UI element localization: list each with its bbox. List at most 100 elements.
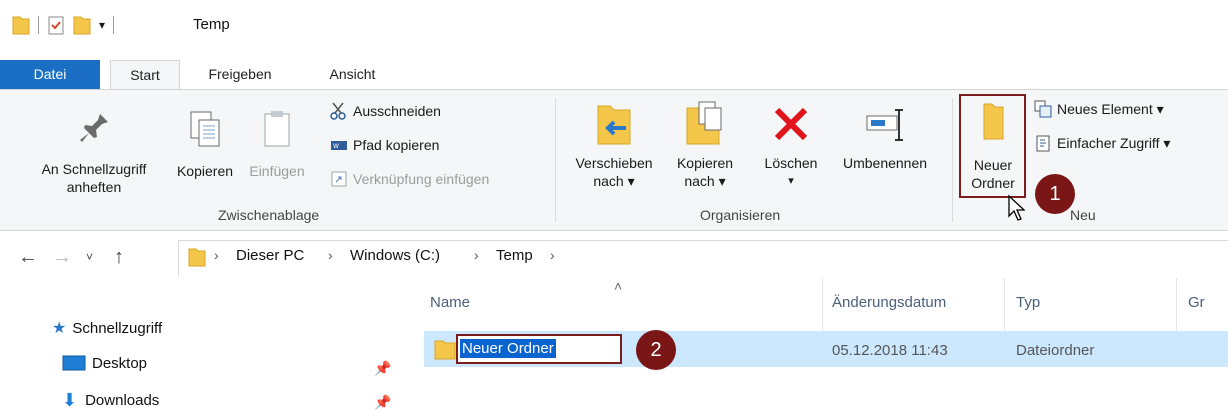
copy-icon bbox=[190, 111, 220, 147]
title-bar: ▾ Temp bbox=[0, 0, 1228, 56]
copy-to-icon bbox=[686, 101, 722, 145]
copy-to-button[interactable]: Kopieren nach ▾ bbox=[665, 100, 745, 190]
new-item-label: Neues Element ▾ bbox=[1057, 100, 1164, 117]
nav-item-downloads[interactable]: ⬇ Downloads bbox=[62, 390, 159, 410]
address-box[interactable] bbox=[178, 240, 1228, 276]
breadcrumb-temp[interactable]: Temp bbox=[496, 247, 533, 264]
column-header-name[interactable]: Name bbox=[430, 294, 470, 311]
download-arrow-icon: ⬇ bbox=[62, 390, 78, 410]
easy-access-icon bbox=[1034, 134, 1052, 152]
nav-item-desktop[interactable]: Desktop bbox=[62, 354, 147, 372]
pin-quick-access-button[interactable]: An Schnellzugriff anheften bbox=[20, 104, 168, 196]
folder-icon[interactable] bbox=[12, 14, 30, 36]
navigation-pane: ★ Schnellzugriff Desktop 📌 ⬇ Downloads 📌 bbox=[0, 284, 410, 410]
breadcrumb-separator[interactable]: › bbox=[474, 247, 479, 263]
new-folder-quick-icon[interactable] bbox=[73, 14, 91, 36]
nav-quick-access-label: Schnellzugriff bbox=[72, 319, 163, 337]
tab-ansicht[interactable]: Ansicht bbox=[310, 60, 395, 90]
quick-access-toolbar: ▾ bbox=[12, 14, 122, 36]
move-to-line1: Verschieben bbox=[575, 155, 653, 171]
new-item-button[interactable]: Neues Element ▾ bbox=[1034, 100, 1164, 118]
tab-datei[interactable]: Datei bbox=[0, 60, 100, 90]
forward-arrow-icon[interactable]: → bbox=[52, 246, 72, 269]
pin-icon[interactable]: 📌 bbox=[374, 394, 391, 410]
nav-desktop-label: Desktop bbox=[92, 354, 148, 372]
sort-ascending-icon: ˄ bbox=[614, 278, 623, 294]
folder-location-icon bbox=[188, 248, 206, 267]
svg-text:W: W bbox=[333, 143, 339, 150]
group-label-organize: Organisieren bbox=[700, 207, 781, 223]
new-item-icon bbox=[1034, 100, 1052, 118]
pin-icon[interactable]: 📌 bbox=[374, 360, 391, 377]
delete-label: Löschen bbox=[764, 155, 818, 171]
move-to-icon bbox=[597, 105, 631, 145]
copy-path-button[interactable]: W Pfad kopieren bbox=[330, 136, 439, 154]
rename-selected-text: Neuer Ordner bbox=[460, 339, 556, 358]
pin-label-line2: anheften bbox=[66, 179, 122, 195]
pin-label-line1: An Schnellzugriff bbox=[41, 161, 147, 177]
delete-button[interactable]: Löschen ▾ bbox=[758, 100, 824, 190]
mouse-cursor-icon bbox=[1008, 194, 1025, 221]
copy-label: Kopieren bbox=[176, 163, 234, 179]
column-header-type[interactable]: Typ bbox=[1016, 294, 1040, 311]
group-divider bbox=[555, 98, 556, 222]
nav-downloads-label: Downloads bbox=[85, 392, 160, 409]
breadcrumb-separator[interactable]: › bbox=[328, 247, 333, 263]
breadcrumb-separator[interactable]: › bbox=[550, 247, 555, 263]
column-divider[interactable] bbox=[1004, 278, 1005, 338]
row-date: 05.12.2018 11:43 bbox=[832, 342, 948, 359]
copy-path-label: Pfad kopieren bbox=[353, 137, 440, 153]
new-folder-highlight bbox=[959, 94, 1026, 198]
rename-label: Umbenennen bbox=[842, 155, 928, 171]
shortcut-icon bbox=[330, 170, 348, 188]
callout-2: 2 bbox=[636, 330, 676, 370]
nav-item-quick-access[interactable]: ★ Schnellzugriff bbox=[52, 318, 162, 338]
group-divider bbox=[952, 98, 953, 222]
breadcrumb-this-pc[interactable]: Dieser PC bbox=[236, 247, 304, 264]
breadcrumb-windows-c[interactable]: Windows (C:) bbox=[350, 247, 440, 264]
paste-button[interactable]: Einfügen bbox=[244, 104, 310, 180]
copy-to-line2: nach ▾ bbox=[684, 173, 726, 189]
copy-button[interactable]: Kopieren bbox=[167, 104, 243, 180]
delete-dropdown-icon[interactable]: ▾ bbox=[758, 172, 824, 190]
group-label-new: Neu bbox=[1070, 207, 1096, 223]
address-bar-row: ← → ˅ ↑ › Dieser PC › Windows (C:) › Tem… bbox=[0, 232, 1228, 284]
recent-locations-icon[interactable]: ˅ bbox=[86, 250, 93, 264]
column-divider[interactable] bbox=[822, 278, 823, 338]
easy-access-button[interactable]: Einfacher Zugriff ▾ bbox=[1034, 134, 1170, 152]
tab-start[interactable]: Start bbox=[110, 60, 180, 91]
rename-button[interactable]: Umbenennen bbox=[826, 100, 944, 172]
row-type: Dateiordner bbox=[1016, 342, 1095, 359]
paste-label: Einfügen bbox=[249, 163, 305, 179]
tab-freigeben[interactable]: Freigeben bbox=[190, 60, 290, 90]
folder-icon bbox=[434, 340, 456, 360]
pin-icon bbox=[80, 114, 108, 142]
ribbon-tabs: Datei Start Freigeben Ansicht bbox=[0, 56, 1228, 91]
properties-icon[interactable] bbox=[47, 14, 65, 36]
star-icon: ★ bbox=[52, 320, 67, 337]
window-title: Temp bbox=[193, 16, 230, 33]
breadcrumb-separator[interactable]: › bbox=[214, 247, 219, 263]
group-label-clipboard: Zwischenablage bbox=[218, 207, 320, 223]
cut-label: Ausschneiden bbox=[353, 103, 441, 119]
delete-icon bbox=[774, 107, 808, 141]
copy-path-icon: W bbox=[330, 136, 348, 154]
column-header-date[interactable]: Änderungsdatum bbox=[832, 294, 946, 311]
desktop-icon bbox=[62, 355, 86, 371]
paste-shortcut-label: Verknüpfung einfügen bbox=[353, 171, 490, 187]
copy-to-line1: Kopieren bbox=[676, 155, 734, 171]
scissors-icon bbox=[330, 102, 348, 120]
customize-toolbar-dropdown-icon[interactable]: ▾ bbox=[99, 18, 105, 32]
move-to-button[interactable]: Verschieben nach ▾ bbox=[565, 100, 663, 190]
callout-1: 1 bbox=[1035, 174, 1075, 214]
easy-access-label: Einfacher Zugriff ▾ bbox=[1057, 134, 1171, 151]
paste-icon bbox=[264, 111, 290, 147]
paste-shortcut-button[interactable]: Verknüpfung einfügen bbox=[330, 170, 489, 188]
move-to-line2: nach ▾ bbox=[593, 173, 635, 189]
column-divider[interactable] bbox=[1176, 278, 1177, 338]
rename-icon bbox=[866, 109, 903, 141]
cut-button[interactable]: Ausschneiden bbox=[330, 102, 441, 120]
back-arrow-icon[interactable]: ← bbox=[18, 246, 38, 269]
up-arrow-icon[interactable]: ↑ bbox=[114, 246, 124, 269]
column-header-size[interactable]: Gr bbox=[1188, 294, 1205, 311]
